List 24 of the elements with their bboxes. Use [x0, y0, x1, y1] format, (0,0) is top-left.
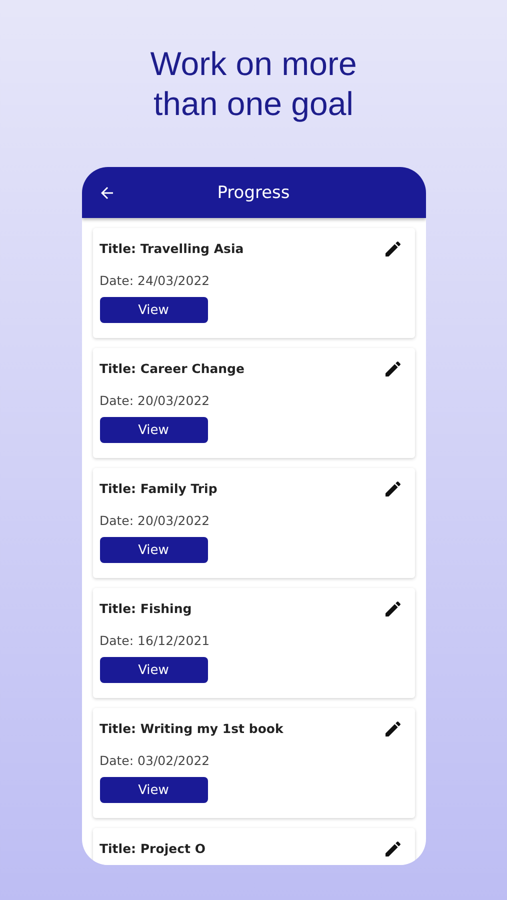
goal-date: Date: 16/12/2021	[100, 633, 210, 648]
pencil-icon[interactable]	[382, 359, 402, 379]
goal-title: Title: Project O	[100, 840, 206, 858]
goal-title: Title: Career Change	[100, 360, 244, 378]
goal-title: Title: Fishing	[100, 600, 192, 618]
pencil-icon[interactable]	[382, 479, 402, 499]
view-button[interactable]: View	[100, 657, 208, 683]
view-button[interactable]: View	[100, 537, 208, 563]
goal-date: Date: 03/02/2022	[100, 753, 210, 768]
goal-date: Date: 24/03/2022	[100, 273, 210, 288]
view-button[interactable]: View	[100, 777, 208, 803]
view-button[interactable]: View	[100, 297, 208, 323]
goal-title: Title: Travelling Asia	[100, 240, 244, 258]
headline: Work on more than one goal	[149, 44, 358, 124]
view-button[interactable]: View	[100, 417, 208, 443]
goal-date: Date: 20/03/2022	[100, 393, 210, 408]
pencil-icon[interactable]	[382, 839, 402, 859]
pencil-icon[interactable]	[382, 239, 402, 259]
goal-title: Title: Family Trip	[100, 480, 218, 498]
screen-title: Progress	[216, 182, 291, 202]
goal-title: Title: Writing my 1st book	[100, 720, 284, 738]
pencil-icon[interactable]	[382, 599, 402, 619]
pencil-icon[interactable]	[382, 719, 402, 739]
goal-date: Date: 20/03/2022	[100, 513, 210, 528]
